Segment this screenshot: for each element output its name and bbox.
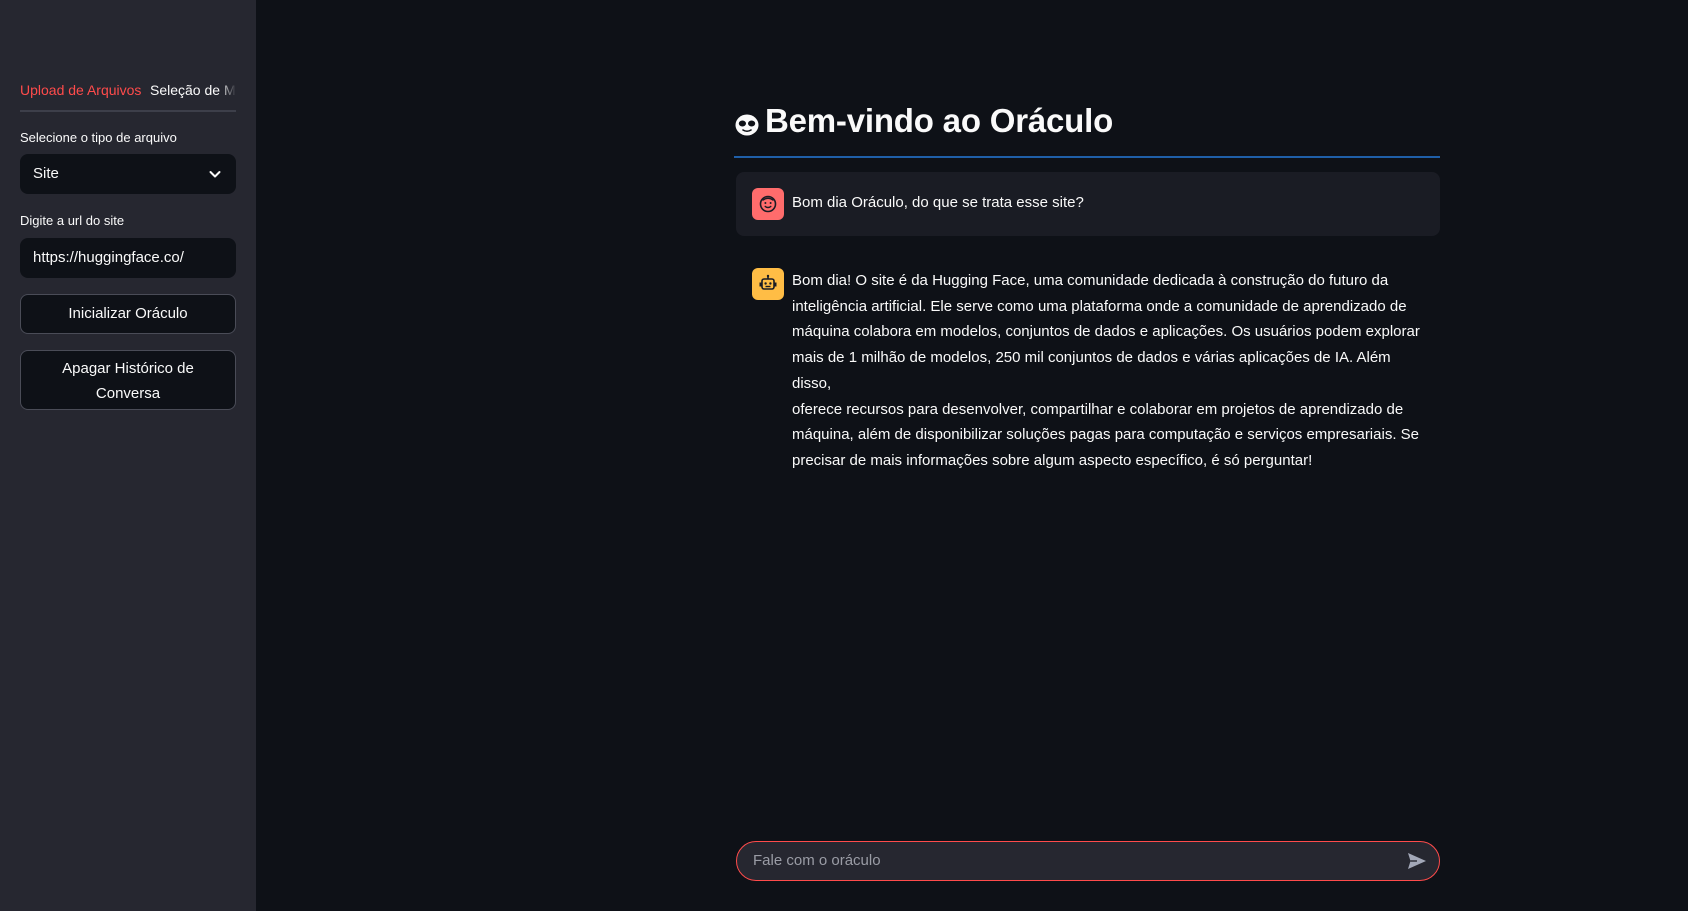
assistant-message-text: Bom dia! O site é da Hugging Face, uma c…: [792, 268, 1424, 474]
assistant-message-line: máquina colabora em modelos, conjuntos d…: [792, 323, 1420, 341]
assistant-message-line: inteligência artificial. Ele serve como …: [792, 297, 1407, 315]
file-type-select[interactable]: Site: [20, 154, 236, 194]
face-icon: [759, 195, 777, 213]
file-type-value: Site: [33, 165, 59, 182]
assistant-message-line: precisar de mais informações sobre algum…: [792, 451, 1313, 469]
tab-upload-de-arquivos[interactable]: Upload de Arquivos: [20, 79, 141, 109]
chat-input[interactable]: Fale com o oráculo: [736, 841, 1440, 881]
page-title-text: Bem-vindo ao Oráculo: [765, 102, 1114, 139]
clear-history-label-line2: Conversa: [95, 385, 161, 402]
chevron-down-icon: [209, 171, 221, 178]
assistant-message-line: máquina, além de disponibilizar soluções…: [792, 426, 1419, 444]
assistant-avatar: [752, 268, 784, 300]
app: Upload de Arquivos Seleção de Modelos Se…: [0, 0, 1688, 911]
user-message-text: Bom dia Oráculo, do que se trata esse si…: [792, 194, 1084, 211]
sidebar: Upload de Arquivos Seleção de Modelos Se…: [0, 0, 256, 911]
init-oraculo-button[interactable]: Inicializar Oráculo: [20, 294, 236, 334]
user-message: Bom dia Oráculo, do que se trata esse si…: [736, 172, 1440, 236]
sidebar-tabs: Upload de Arquivos Seleção de Modelos: [20, 76, 236, 112]
alien-icon: [735, 114, 759, 136]
clear-history-label-line1: Apagar Histórico de: [62, 360, 194, 377]
url-input[interactable]: https://huggingface.co/: [20, 238, 236, 278]
assistant-message-line: oferece recursos para desenvolver, compa…: [792, 400, 1404, 418]
url-label: Digite a url do site: [20, 213, 125, 228]
clear-history-button[interactable]: Apagar Histórico de Conversa: [20, 350, 236, 410]
page-title: Bem-vindo ao Oráculo: [734, 100, 1440, 158]
assistant-message-line: mais de 1 milhão de modelos, 250 mil con…: [792, 349, 1391, 392]
chat-input-placeholder: Fale com o oráculo: [753, 852, 881, 869]
robot-icon: [759, 274, 777, 290]
send-icon[interactable]: [1407, 852, 1427, 870]
assistant-message-line: Bom dia! O site é da Hugging Face, uma c…: [792, 272, 1389, 289]
file-type-label: Selecione o tipo de arquivo: [20, 130, 177, 145]
tabs-fade: [220, 76, 236, 108]
user-avatar: [752, 188, 784, 220]
